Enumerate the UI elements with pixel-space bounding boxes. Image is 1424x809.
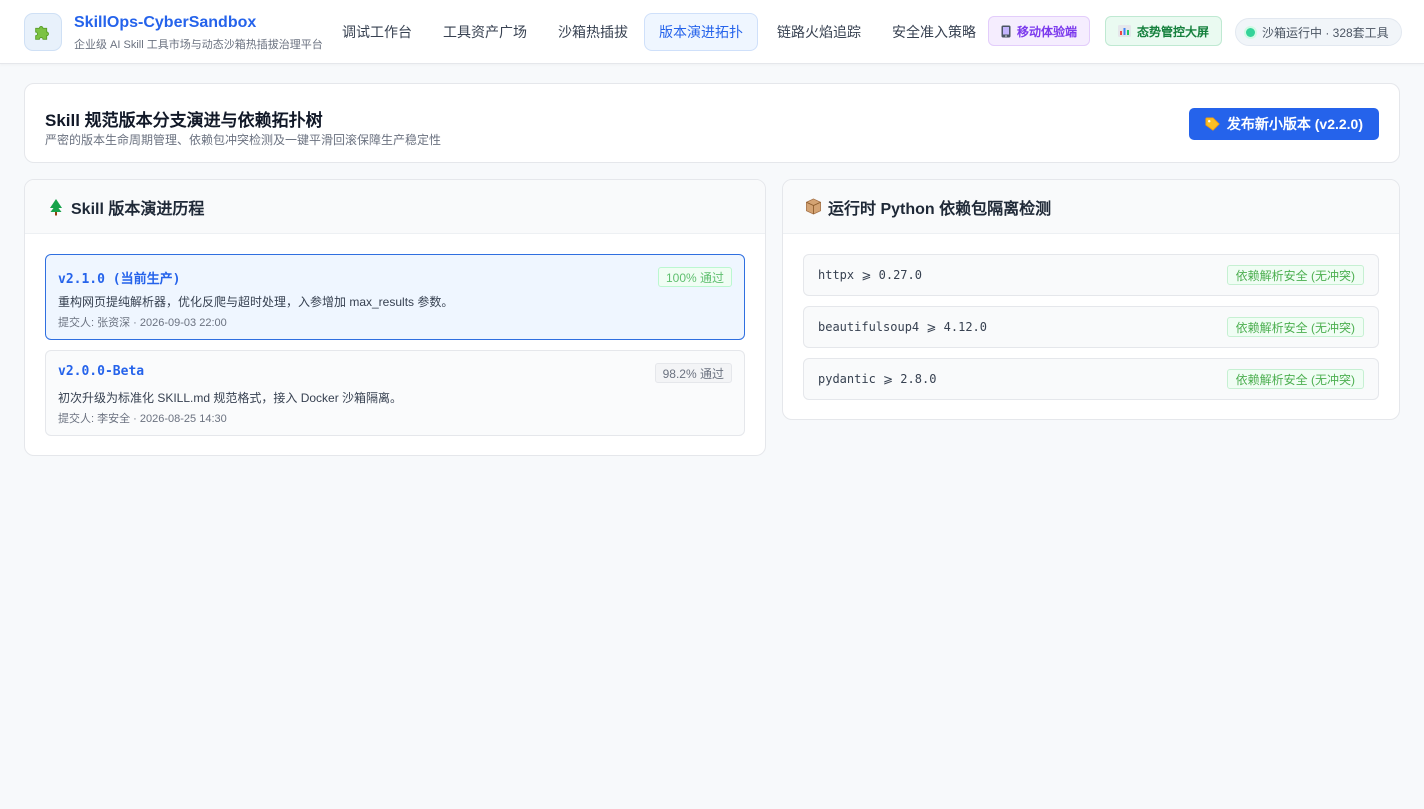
dependency-check-panel: 运行时 Python 依赖包隔离检测 httpx ⩾ 0.27.0 依赖解析安全… [782, 179, 1400, 420]
version-item-current[interactable]: v2.1.0 (当前生产) 100% 通过 重构网页提纯解析器，优化反爬与超时处… [45, 254, 745, 340]
tab-label: 沙箱热插拔 [558, 24, 628, 40]
app-subtitle: 企业级 AI Skill 工具市场与动态沙箱热插拔治理平台 [74, 39, 323, 51]
dependency-item[interactable]: pydantic ⩾ 2.8.0 依赖解析安全 (无冲突) [803, 358, 1379, 400]
version-meta: 提交人: 张资深 · 2026-09-03 22:00 [58, 317, 227, 329]
tab-security-policy[interactable]: 安全准入策略 [877, 13, 991, 51]
tab-sandbox-hotplug[interactable]: 沙箱热插拔 [543, 13, 643, 51]
version-description: 初次升级为标准化 SKILL.md 规范格式，接入 Docker 沙箱隔离。 [58, 391, 403, 405]
version-description: 重构网页提纯解析器，优化反爬与超时处理，入参增加 max_results 参数。 [58, 295, 454, 309]
dependency-status-badge: 依赖解析安全 (无冲突) [1226, 317, 1364, 337]
situation-screen-label: 态势管控大屏 [1137, 24, 1210, 39]
dependency-check-header: 运行时 Python 依赖包隔离检测 [783, 180, 1399, 234]
tab-version-topology[interactable]: 版本演进拓扑 [644, 13, 758, 51]
dependency-status-badge: 依赖解析安全 (无冲突) [1226, 369, 1364, 389]
version-item-beta[interactable]: v2.0.0-Beta 98.2% 通过 初次升级为标准化 SKILL.md 规… [45, 350, 745, 436]
dependency-status-badge: 依赖解析安全 (无冲突) [1226, 265, 1364, 285]
package-icon [806, 198, 821, 215]
puzzle-icon[interactable] [24, 13, 62, 51]
version-name: v2.0.0-Beta [58, 364, 145, 379]
version-history-panel: Skill 版本演进历程 v2.1.0 (当前生产) 100% 通过 重构网页提… [24, 179, 766, 456]
tree-icon [50, 198, 62, 215]
tab-label: 安全准入策略 [892, 24, 976, 40]
tab-label: 链路火焰追踪 [777, 24, 861, 40]
publish-version-button[interactable]: 发布新小版本 (v2.2.0) [1188, 108, 1379, 140]
dependency-item[interactable]: beautifulsoup4 ⩾ 4.12.0 依赖解析安全 (无冲突) [803, 306, 1379, 348]
phone-icon [1001, 25, 1011, 37]
page-subtitle: 严密的版本生命周期管理、依赖包冲突检测及一键平滑回滚保障生产稳定性 [45, 133, 442, 147]
top-navigation-bar: SkillOps-CyberSandbox 企业级 AI Skill 工具市场与… [0, 0, 1424, 64]
version-name: v2.1.0 (当前生产) [58, 272, 181, 287]
dependency-check-title: 运行时 Python 依赖包隔离检测 [828, 200, 1052, 218]
tab-label: 工具资产广场 [443, 24, 527, 40]
test-pass-badge: 98.2% 通过 [654, 363, 732, 383]
situation-screen-button[interactable]: 态势管控大屏 [1105, 16, 1223, 46]
sandbox-status-badge: 沙箱运行中 · 328套工具 [1235, 18, 1402, 46]
tag-icon [1205, 116, 1220, 131]
dependency-item[interactable]: httpx ⩾ 0.27.0 依赖解析安全 (无冲突) [803, 254, 1379, 296]
dependency-name: beautifulsoup4 ⩾ 4.12.0 [818, 320, 987, 334]
dependency-name: httpx ⩾ 0.27.0 [818, 268, 922, 282]
page-header-card: Skill 规范版本分支演进与依赖拓扑树 严密的版本生命周期管理、依赖包冲突检测… [24, 83, 1400, 163]
status-dot-icon [1246, 27, 1255, 37]
sandbox-status-text: 沙箱运行中 · 328套工具 [1262, 25, 1389, 40]
tab-tool-marketplace[interactable]: 工具资产广场 [428, 13, 542, 51]
test-pass-badge: 100% 通过 [657, 267, 732, 287]
dependency-name: pydantic ⩾ 2.8.0 [818, 372, 937, 386]
page-title: Skill 规范版本分支演进与依赖拓扑树 [45, 111, 323, 130]
version-history-header: Skill 版本演进历程 [25, 180, 765, 234]
tab-label: 调试工作台 [342, 24, 412, 40]
tab-label: 版本演进拓扑 [659, 24, 743, 40]
bar-chart-icon [1118, 25, 1131, 37]
version-meta: 提交人: 李安全 · 2026-08-25 14:30 [58, 413, 227, 425]
version-history-title: Skill 版本演进历程 [71, 200, 205, 218]
app-title[interactable]: SkillOps-CyberSandbox [74, 14, 256, 32]
tab-flame-trace[interactable]: 链路火焰追踪 [762, 13, 876, 51]
publish-version-label: 发布新小版本 (v2.2.0) [1226, 116, 1363, 132]
mobile-experience-button[interactable]: 移动体验端 [988, 16, 1091, 46]
tab-debug-workbench[interactable]: 调试工作台 [327, 13, 427, 51]
mobile-experience-label: 移动体验端 [1017, 24, 1078, 39]
